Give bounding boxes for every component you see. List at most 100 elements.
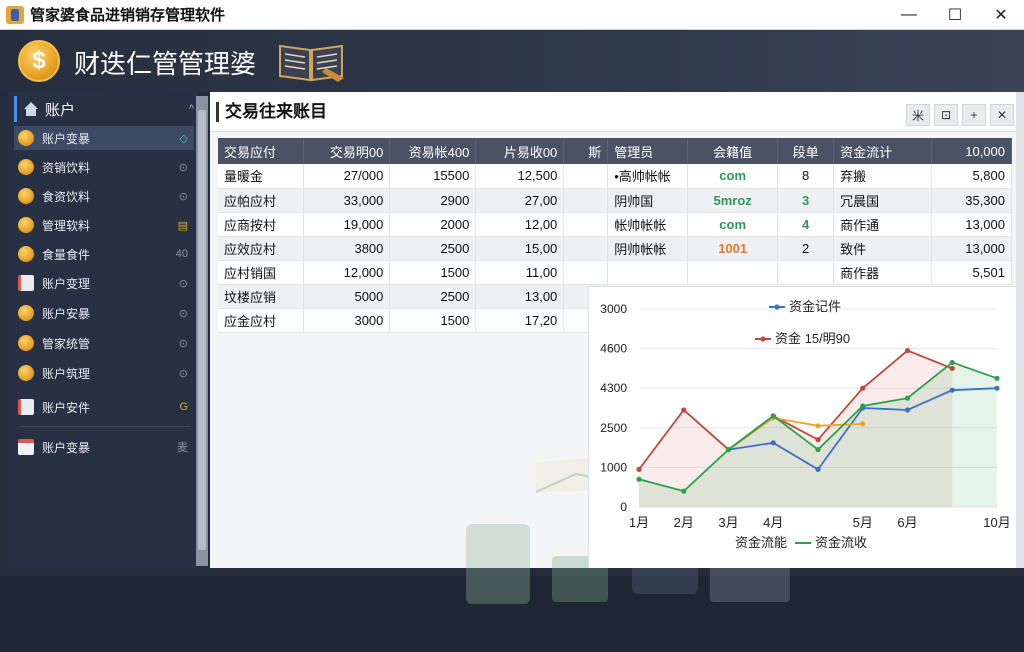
app-header: $ 财迭仁管管理婆 bbox=[0, 30, 1024, 92]
sidebar-item-10[interactable]: 账户安件 G bbox=[14, 395, 194, 419]
table-cell: 致件 bbox=[833, 236, 932, 261]
sidebar-item-3[interactable]: 食资饮料 ⊙ bbox=[14, 184, 194, 208]
table-cell: 弃搬 bbox=[833, 164, 932, 189]
sidebar-item-6[interactable]: 账户变理 ⊙ bbox=[14, 271, 194, 295]
table-cell: 应帕应村 bbox=[218, 188, 305, 213]
panel-scrollbar[interactable] bbox=[1016, 92, 1024, 568]
sidebar-item-4[interactable]: 管理软料 ▤ bbox=[14, 213, 194, 237]
edit-doc-icon bbox=[18, 399, 34, 415]
sidebar-item-11[interactable]: 账户变暴 麦 bbox=[14, 435, 194, 459]
x-tick-label: 3月 bbox=[718, 515, 738, 530]
table-cell: 2500 bbox=[389, 236, 477, 261]
table-cell: 1001 bbox=[687, 236, 779, 261]
x-tick-label: 1月 bbox=[629, 515, 649, 530]
red-series-point bbox=[636, 466, 642, 472]
line-chart: 3000 4600 4300 2500 1000 01月 2月 3月 4月 5月 6月 10月 资金记件… bbox=[600, 299, 1010, 550]
table-cell: 阴帅帐帐 bbox=[607, 236, 689, 261]
add-button[interactable]: + bbox=[962, 104, 986, 126]
sidebar-item-2[interactable]: 资销饮料 ⊙ bbox=[14, 155, 194, 179]
table-cell bbox=[777, 260, 835, 285]
table-cell: 应商按村 bbox=[218, 212, 305, 237]
green-series-point bbox=[904, 395, 911, 401]
sidebar-header[interactable]: 账户 ^ bbox=[14, 96, 194, 122]
red-series-point bbox=[904, 347, 911, 354]
chart-doc-icon bbox=[18, 275, 34, 291]
list-icon: ▤ bbox=[177, 219, 188, 232]
folder-icon: G bbox=[179, 401, 188, 413]
sidebar-item-8[interactable]: 管家统管 ⊙ bbox=[14, 331, 194, 355]
table-cell: 3 bbox=[777, 188, 835, 213]
table-cell: 冗晨国 bbox=[833, 188, 932, 213]
table-cell: 应村销国 bbox=[218, 260, 305, 285]
x-tick-label: 10月 bbox=[983, 515, 1010, 530]
column-header[interactable]: 会籍值 bbox=[687, 138, 779, 164]
brand-title: 财迭仁管管理婆 bbox=[74, 50, 257, 80]
table-cell: 5mroz bbox=[687, 188, 779, 213]
table-cell bbox=[563, 260, 609, 285]
coin-icon bbox=[18, 188, 34, 204]
column-header[interactable]: 片易收00 bbox=[475, 138, 565, 164]
settings-button[interactable]: ⽶ bbox=[906, 104, 930, 126]
coin-icon bbox=[18, 365, 34, 381]
table-cell: 应金应村 bbox=[218, 308, 305, 333]
sidebar-item-label: 管理软料 bbox=[42, 218, 91, 233]
red-series-point bbox=[860, 385, 866, 391]
panel-header: 交易往来账目 ⽶ ⊡ + ✕ bbox=[210, 92, 1016, 132]
table-cell: 13,00 bbox=[475, 284, 565, 309]
coin-icon bbox=[18, 130, 34, 146]
line-chart-card: 3000 4600 4300 2500 1000 0 1月 2月 3月 4月 5月 6月 10月 资金记件… bbox=[588, 286, 1016, 568]
window-title: 管家婆食品进销销存管理软件 bbox=[30, 7, 226, 24]
column-header[interactable]: 管理员 bbox=[607, 138, 689, 164]
table-cell: 应效应村 bbox=[218, 236, 305, 261]
table-row[interactable]: 应村销国 12,000 1500 11,00 商作器 5,501 bbox=[218, 260, 1012, 285]
table-row[interactable]: 应帕应村 33,000 2900 27,00 阴帅国 5mroz 3 冗晨国 3… bbox=[218, 188, 1012, 213]
y-tick-label: 0 bbox=[620, 500, 627, 514]
copy-button[interactable]: ⊡ bbox=[934, 104, 958, 126]
table-cell: 27/000 bbox=[303, 164, 391, 189]
chevron-up-icon[interactable]: ^ bbox=[189, 103, 194, 115]
table-row[interactable]: 应商按村 19,000 2000 12,00 帐帅帐帐 com 4 商作通 13… bbox=[218, 212, 1012, 237]
table-cell: 坟楼应销 bbox=[218, 284, 305, 309]
legend-label: 资金流能 bbox=[735, 535, 787, 550]
table-cell: 5000 bbox=[303, 284, 391, 309]
circle-icon: ⊙ bbox=[178, 277, 188, 290]
blue-series-point bbox=[815, 466, 821, 472]
sidebar-item-7[interactable]: 账户安暴 ⊙ bbox=[14, 301, 194, 325]
sidebar-item-9[interactable]: 账户筑理 ⊙ bbox=[14, 361, 194, 385]
sidebar-item-5[interactable]: 食量食件 40 bbox=[14, 242, 194, 266]
circle-icon: ⊙ bbox=[178, 337, 188, 350]
table-cell: 商作器 bbox=[833, 260, 932, 285]
column-header[interactable]: 斯 bbox=[563, 138, 609, 164]
table-cell: 3800 bbox=[303, 236, 391, 261]
sidebar-item-label: 账户变暴 bbox=[42, 131, 91, 146]
minimize-button[interactable]: — bbox=[886, 0, 932, 30]
orange-series-point bbox=[860, 421, 866, 427]
column-header[interactable]: 资易帐400 bbox=[389, 138, 477, 164]
green-series-point bbox=[860, 403, 866, 409]
circle-icon: ⊙ bbox=[178, 161, 188, 174]
scrollbar-thumb[interactable] bbox=[198, 110, 206, 550]
column-header[interactable]: 交易明00 bbox=[303, 138, 391, 164]
table-cell: 12,00 bbox=[475, 212, 565, 237]
table-cell bbox=[563, 188, 609, 213]
column-header[interactable]: 资金流计 bbox=[833, 138, 932, 164]
maximize-button[interactable]: ☐ bbox=[932, 0, 978, 30]
close-panel-button[interactable]: ✕ bbox=[990, 104, 1014, 126]
sidebar-item-1[interactable]: 账户变暴 ◇ bbox=[14, 126, 194, 150]
column-header[interactable]: 10,000 bbox=[931, 138, 1012, 164]
close-button[interactable]: ✕ bbox=[978, 0, 1024, 30]
sidebar-scrollbar[interactable] bbox=[196, 96, 208, 566]
calendar-icon bbox=[18, 439, 34, 455]
column-header[interactable]: 交易应付 bbox=[218, 138, 305, 164]
circle-icon: ⊙ bbox=[178, 307, 188, 320]
table-row[interactable]: 应效应村 3800 2500 15,00 阴帅帐帐 1001 2 致件 13,0… bbox=[218, 236, 1012, 261]
table-cell: 5,800 bbox=[931, 164, 1012, 189]
y-tick-label: 2500 bbox=[600, 421, 627, 435]
sidebar-item-label: 账户变暴 bbox=[42, 440, 91, 455]
red-series-point bbox=[949, 365, 955, 371]
sidebar-divider bbox=[20, 426, 190, 427]
table-row[interactable]: 量暖金 27/000 15500 12,500 •高帅帐帐 com 8 弃搬 5… bbox=[218, 164, 1012, 189]
table-cell: 量暖金 bbox=[218, 164, 305, 189]
column-header[interactable]: 段单 bbox=[777, 138, 835, 164]
table-cell: 2500 bbox=[389, 284, 477, 309]
